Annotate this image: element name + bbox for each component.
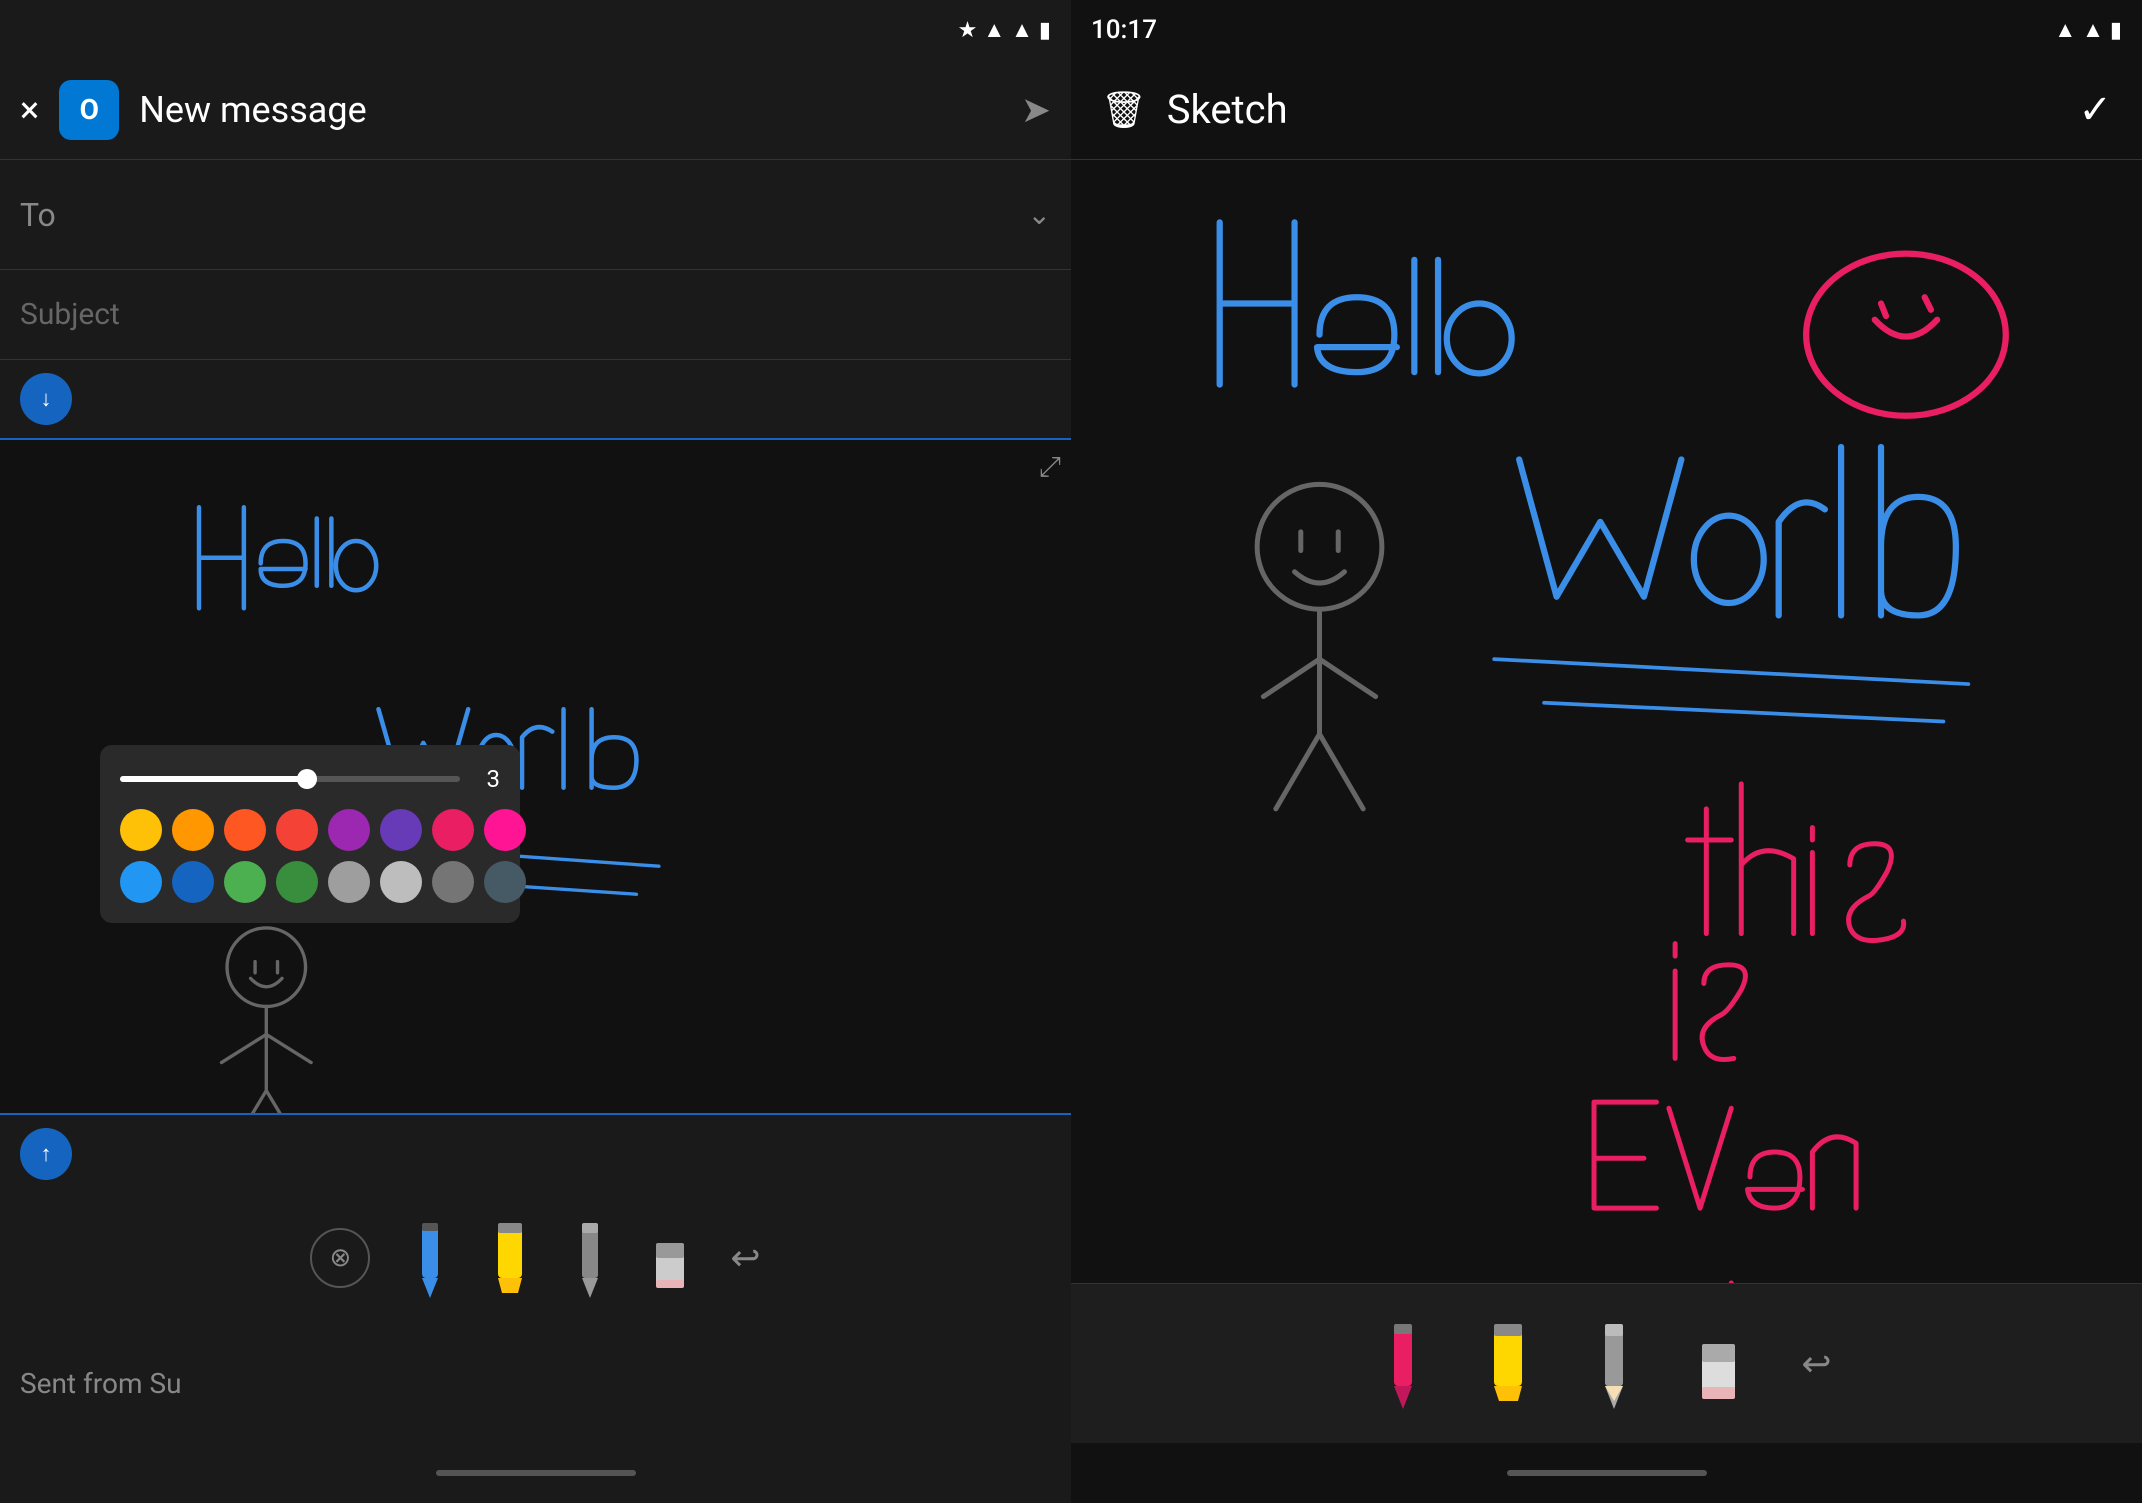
pencil-tool-right[interactable]: [1591, 1319, 1636, 1409]
clear-icon: ⊗: [330, 1243, 352, 1273]
undo-button-right[interactable]: ↩: [1801, 1343, 1831, 1385]
up-arrow-icon: ↑: [41, 1141, 52, 1167]
highlighter-tool-right[interactable]: [1486, 1319, 1531, 1409]
time-display: 10:17: [1091, 15, 1157, 45]
nav-indicator-right: [1507, 1470, 1707, 1476]
eraser-tool-right[interactable]: [1696, 1319, 1741, 1409]
signal-icon: ▲: [983, 17, 1005, 43]
undo-button[interactable]: ↩: [730, 1237, 760, 1279]
header-left: × O New message ➤: [0, 60, 1071, 160]
to-label: To: [20, 196, 1028, 234]
color-yellow[interactable]: [120, 809, 162, 851]
highlighter-tool[interactable]: [490, 1218, 530, 1298]
color-picker-popup: 3: [100, 745, 520, 923]
color-dark-blue[interactable]: [172, 861, 214, 903]
battery-icon-right: ▮: [2110, 18, 2122, 43]
expand-icon[interactable]: ⤢: [1039, 450, 1061, 484]
sketch-title: Sketch: [1167, 86, 2059, 133]
wifi-icon: ▲: [1011, 17, 1033, 43]
color-pink[interactable]: [432, 809, 474, 851]
subject-row[interactable]: Subject: [0, 270, 1071, 360]
eraser2-tool[interactable]: [650, 1218, 690, 1298]
left-panel: ★ ▲ ▲ ▮ × O New message ➤ To ⌄ Subject ↓…: [0, 0, 1071, 1503]
color-blue[interactable]: [120, 861, 162, 903]
sent-from-row: Sent from Su: [0, 1323, 1071, 1443]
done-button[interactable]: ✓: [2078, 86, 2112, 133]
subject-label: Subject: [20, 297, 120, 332]
compose-title: New message: [139, 89, 1001, 131]
eraser-icon: [570, 1218, 610, 1298]
header-right: 🗑 Sketch ✓: [1071, 60, 2142, 160]
color-gray[interactable]: [328, 861, 370, 903]
color-medium-gray[interactable]: [432, 861, 474, 903]
sketch-drawing-right[interactable]: [1071, 160, 2142, 1283]
color-grid: [120, 809, 500, 903]
color-hot-pink[interactable]: [484, 809, 526, 851]
color-green[interactable]: [224, 861, 266, 903]
format-button[interactable]: ↓: [20, 373, 72, 425]
sent-from-text: Sent from Su: [20, 1367, 182, 1400]
pen-icon: [410, 1218, 450, 1298]
bottom-toolbar-row: ↑: [0, 1113, 1071, 1193]
pen-tool[interactable]: [410, 1218, 450, 1298]
send-button[interactable]: ➤: [1021, 89, 1051, 131]
pen-icon-right: [1381, 1319, 1426, 1409]
pencil-icon-right: [1591, 1319, 1636, 1409]
sketch-canvas-right[interactable]: [1071, 160, 2142, 1283]
nav-indicator-left: [436, 1470, 636, 1476]
clear-button[interactable]: ⊗: [310, 1228, 370, 1288]
size-slider-row[interactable]: 3: [120, 765, 500, 793]
pen-tool-right[interactable]: [1381, 1319, 1426, 1409]
status-bar-right: 10:17 ▲ ▲ ▮: [1071, 0, 2142, 60]
size-slider-track[interactable]: [120, 776, 460, 782]
size-value: 3: [470, 765, 500, 793]
status-bar-left: ★ ▲ ▲ ▮: [0, 0, 1071, 60]
color-purple[interactable]: [328, 809, 370, 851]
status-icons-right: ▲ ▲ ▮: [2054, 17, 2122, 43]
down-arrow-icon: ↓: [41, 386, 52, 412]
color-light-gray[interactable]: [380, 861, 422, 903]
highlighter-icon: [490, 1218, 530, 1298]
nav-bar-right: [1071, 1443, 2142, 1503]
right-panel: 10:17 ▲ ▲ ▮ 🗑 Sketch ✓: [1071, 0, 2142, 1503]
status-icons-left: ★ ▲ ▲ ▮: [958, 17, 1051, 43]
outlook-icon: O: [59, 80, 119, 140]
chevron-down-icon[interactable]: ⌄: [1028, 198, 1051, 231]
wifi-icon-right: ▲: [2082, 17, 2104, 43]
close-button[interactable]: ×: [20, 89, 39, 131]
drawing-tools-row-left: ⊗: [0, 1193, 1071, 1323]
color-dark-gray[interactable]: [484, 861, 526, 903]
eraser-tool[interactable]: [570, 1218, 610, 1298]
nav-bar-left: [0, 1443, 1071, 1503]
bluetooth-icon: ★: [958, 18, 978, 43]
toolbar-row: ↓: [0, 360, 1071, 440]
color-deep-purple[interactable]: [380, 809, 422, 851]
outlook-logo: O: [80, 93, 99, 126]
signal-icon-right: ▲: [2054, 17, 2076, 43]
delete-sketch-button[interactable]: 🗑: [1101, 89, 1147, 131]
color-deep-orange[interactable]: [224, 809, 266, 851]
color-orange[interactable]: [172, 809, 214, 851]
highlighter-icon-right: [1486, 1319, 1531, 1409]
color-dark-green[interactable]: [276, 861, 318, 903]
sketch-area-left[interactable]: ⤢: [0, 440, 1071, 1113]
drawing-tools-row-right: ↩: [1071, 1283, 2142, 1443]
battery-icon: ▮: [1039, 18, 1051, 43]
color-red[interactable]: [276, 809, 318, 851]
eraser2-icon: [650, 1218, 690, 1298]
format-up-button[interactable]: ↑: [20, 1128, 72, 1180]
eraser-icon-right: [1696, 1319, 1741, 1409]
to-row[interactable]: To ⌄: [0, 160, 1071, 270]
